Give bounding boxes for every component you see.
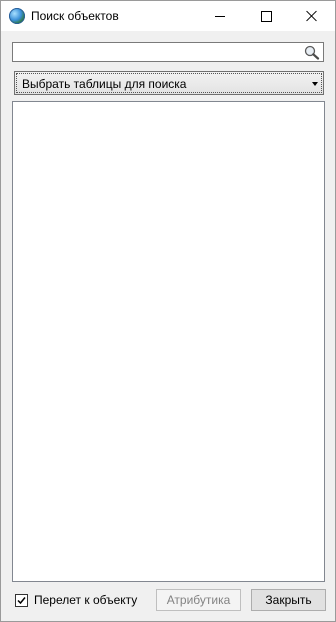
globe-icon: [9, 8, 25, 24]
table-select-dropdown[interactable]: Выбрать таблицы для поиска: [14, 71, 324, 95]
search-objects-window: Поиск объектов Выбрать таблицы для поиск…: [0, 0, 336, 622]
table-select-label: Выбрать таблицы для поиска: [22, 77, 187, 91]
maximize-button[interactable]: [243, 1, 289, 31]
search-box: [12, 42, 324, 62]
close-icon: [306, 10, 318, 22]
close-button[interactable]: Закрыть: [251, 589, 326, 611]
chevron-down-icon: [312, 82, 318, 86]
minimize-button[interactable]: [197, 1, 243, 31]
attributes-button[interactable]: Атрибутика: [156, 589, 241, 611]
window-title: Поиск объектов: [31, 9, 119, 23]
close-window-button[interactable]: [289, 1, 335, 31]
maximize-icon: [260, 10, 272, 22]
fly-to-object-checkbox[interactable]: Перелет к объекту: [15, 592, 137, 608]
results-list[interactable]: [12, 101, 325, 582]
checkbox-box[interactable]: [15, 593, 28, 607]
minimize-icon: [215, 15, 225, 17]
title-bar[interactable]: Поиск объектов: [1, 1, 335, 31]
fly-to-object-label: Перелет к объекту: [34, 593, 138, 607]
search-icon[interactable]: [304, 45, 320, 60]
search-input[interactable]: [15, 44, 304, 60]
checkmark-icon: [17, 596, 26, 604]
